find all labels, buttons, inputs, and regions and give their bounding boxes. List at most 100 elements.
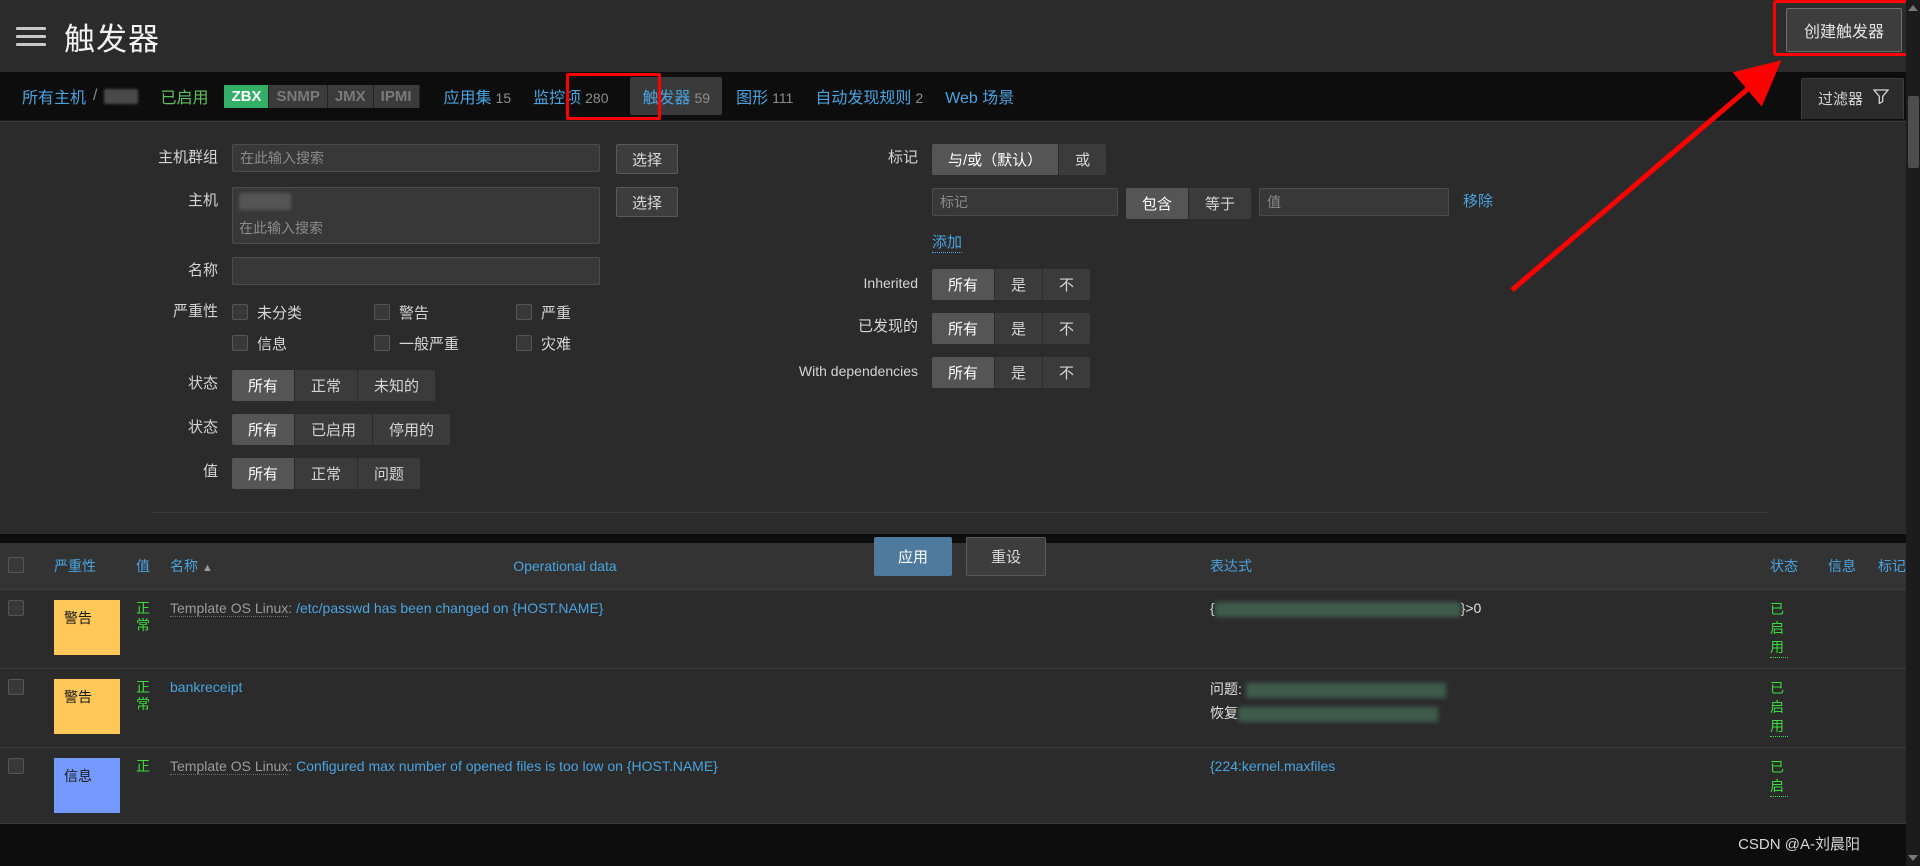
inherited-segmented-control: 所有 是 不 — [932, 269, 1090, 300]
with-dependencies-option-no[interactable]: 不 — [1043, 357, 1090, 388]
create-trigger-button[interactable]: 创建触发器 — [1786, 8, 1902, 52]
breadcrumb-item-items[interactable]: 监控项280 — [533, 84, 608, 108]
breadcrumb-separator: / — [93, 87, 97, 105]
breadcrumb-item-applications-count: 15 — [496, 90, 512, 106]
host-select-button[interactable]: 选择 — [616, 187, 678, 217]
filter-row-host: 主机 在此输入搜索 选择 — [0, 187, 700, 244]
row-state-cell: 已启 — [1762, 748, 1820, 824]
state-option-normal[interactable]: 正常 — [295, 370, 358, 401]
filter-panel: 主机群组 选择 主机 在此输入搜索 选择 名称 严重性 — [0, 121, 1920, 534]
inherited-option-all[interactable]: 所有 — [932, 269, 995, 300]
row-severity-cell: 警告 — [46, 590, 128, 669]
row-state-cell: 已启用 — [1762, 669, 1820, 748]
row-info-cell — [1820, 669, 1870, 748]
tags-evaltype-control: 与/或（默认） 或 — [932, 144, 1106, 175]
checkbox-icon[interactable] — [516, 335, 532, 351]
host-label: 主机 — [0, 187, 232, 215]
protocol-snmp[interactable]: SNMP — [269, 85, 327, 108]
severity-checkbox-high[interactable]: 严重 — [516, 298, 658, 326]
with-dependencies-option-all[interactable]: 所有 — [932, 357, 995, 388]
tag-add-link[interactable]: 添加 — [932, 231, 962, 253]
name-input[interactable] — [232, 257, 600, 285]
severity-checkbox-disaster[interactable]: 灾难 — [516, 329, 658, 357]
breadcrumb-host-status[interactable]: 已启用 — [160, 84, 208, 108]
row-trigger-link[interactable]: bankreceipt — [170, 679, 242, 695]
severity-checkbox-warning[interactable]: 警告 — [374, 298, 516, 326]
protocol-ipmi[interactable]: IPMI — [374, 85, 420, 108]
filter-tab[interactable]: 过滤器 — [1801, 78, 1904, 119]
value-option-problem[interactable]: 问题 — [358, 458, 420, 489]
host-input-placeholder[interactable]: 在此输入搜索 — [239, 217, 593, 239]
with-dependencies-option-yes[interactable]: 是 — [995, 357, 1043, 388]
tag-name-input[interactable] — [932, 188, 1118, 216]
row-expression-cell: {}>0 — [1202, 590, 1762, 669]
tags-evaltype-andor[interactable]: 与/或（默认） — [932, 144, 1059, 175]
state-option-unknown[interactable]: 未知的 — [358, 370, 435, 401]
discovered-option-all[interactable]: 所有 — [932, 313, 995, 344]
status-option-disabled[interactable]: 停用的 — [373, 414, 450, 445]
row-checkbox[interactable] — [8, 758, 24, 774]
row-checkbox[interactable] — [8, 679, 24, 695]
status-option-all[interactable]: 所有 — [232, 414, 295, 445]
row-template-link[interactable]: Template OS Linux — [170, 600, 288, 617]
row-state-link[interactable]: 已启 — [1770, 758, 1788, 797]
row-info-cell — [1820, 748, 1870, 824]
host-multiselect[interactable]: 在此输入搜索 — [232, 187, 600, 244]
checkbox-icon[interactable] — [374, 304, 390, 320]
breadcrumb-item-triggers[interactable]: 触发器59 — [630, 77, 722, 115]
severity-checkbox-grid: 未分类 警告 严重 信息 — [232, 298, 658, 357]
table-row[interactable]: 警告 正常 Template OS Linux: /etc/passwd has… — [0, 590, 1920, 669]
checkbox-icon[interactable] — [374, 335, 390, 351]
status-option-enabled[interactable]: 已启用 — [295, 414, 373, 445]
host-group-input[interactable] — [232, 144, 600, 172]
checkbox-icon[interactable] — [516, 304, 532, 320]
checkbox-icon[interactable] — [232, 304, 248, 320]
row-trigger-link[interactable]: Configured max number of opened files is… — [296, 758, 718, 774]
state-option-all[interactable]: 所有 — [232, 370, 295, 401]
breadcrumb-item-discovery-rules[interactable]: 自动发现规则2 — [815, 84, 923, 108]
tag-remove-link[interactable]: 移除 — [1463, 188, 1493, 216]
discovered-option-yes[interactable]: 是 — [995, 313, 1043, 344]
scroll-up-arrow-icon[interactable] — [1908, 5, 1918, 11]
reset-button[interactable]: 重设 — [966, 537, 1046, 576]
tag-operator-equals[interactable]: 等于 — [1189, 188, 1251, 219]
table-row[interactable]: 警告 正常 bankreceipt 问题: 恢复 已启用 — [0, 669, 1920, 748]
severity-checkbox-average[interactable]: 一般严重 — [374, 329, 516, 357]
row-checkbox[interactable] — [8, 600, 24, 616]
row-trigger-link[interactable]: /etc/passwd has been changed on {HOST.NA… — [296, 600, 603, 616]
protocol-jmx[interactable]: JMX — [328, 85, 374, 108]
filter-row-host-group: 主机群组 选择 — [0, 144, 700, 174]
severity-checkbox-information[interactable]: 信息 — [232, 329, 374, 357]
inherited-option-yes[interactable]: 是 — [995, 269, 1043, 300]
host-selected-chip-masked[interactable] — [239, 193, 291, 210]
table-row[interactable]: 信息 正 Template OS Linux: Configured max n… — [0, 748, 1920, 824]
severity-checkbox-not-classified[interactable]: 未分类 — [232, 298, 374, 326]
row-state-link[interactable]: 已启用 — [1770, 679, 1788, 737]
scroll-down-arrow-icon[interactable] — [1908, 855, 1918, 861]
row-template-link[interactable]: Template OS Linux — [170, 758, 288, 775]
row-state-link[interactable]: 已启用 — [1770, 600, 1788, 658]
breadcrumb-item-applications[interactable]: 应用集15 — [444, 84, 512, 108]
tag-value-input[interactable] — [1259, 188, 1449, 216]
value-option-all[interactable]: 所有 — [232, 458, 295, 489]
breadcrumb-all-hosts[interactable]: 所有主机 — [22, 84, 86, 108]
breadcrumb-item-graphs[interactable]: 图形111 — [736, 84, 793, 108]
protocol-zbx[interactable]: ZBX — [224, 85, 269, 108]
inherited-option-no[interactable]: 不 — [1043, 269, 1090, 300]
filter-right-column: 标记 与/或（默认） 或 包含 等于 移除 — [700, 144, 1920, 502]
discovered-option-no[interactable]: 不 — [1043, 313, 1090, 344]
value-option-ok[interactable]: 正常 — [295, 458, 358, 489]
severity-label-high: 严重 — [541, 302, 571, 323]
breadcrumb-item-graphs-count: 111 — [772, 90, 793, 106]
tag-operator-contains[interactable]: 包含 — [1126, 188, 1189, 219]
breadcrumb-item-web-scenarios-label: Web 场景 — [945, 90, 1014, 107]
host-group-select-button[interactable]: 选择 — [616, 144, 678, 174]
checkbox-icon[interactable] — [232, 335, 248, 351]
breadcrumb-item-web-scenarios[interactable]: Web 场景 — [945, 84, 1014, 108]
scrollbar-thumb[interactable] — [1908, 96, 1919, 168]
hamburger-menu-icon[interactable] — [16, 23, 48, 49]
filter-left-column: 主机群组 选择 主机 在此输入搜索 选择 名称 严重性 — [0, 144, 700, 502]
vertical-scrollbar[interactable] — [1906, 0, 1920, 866]
tags-evaltype-or[interactable]: 或 — [1059, 144, 1106, 175]
apply-button[interactable]: 应用 — [874, 537, 952, 576]
